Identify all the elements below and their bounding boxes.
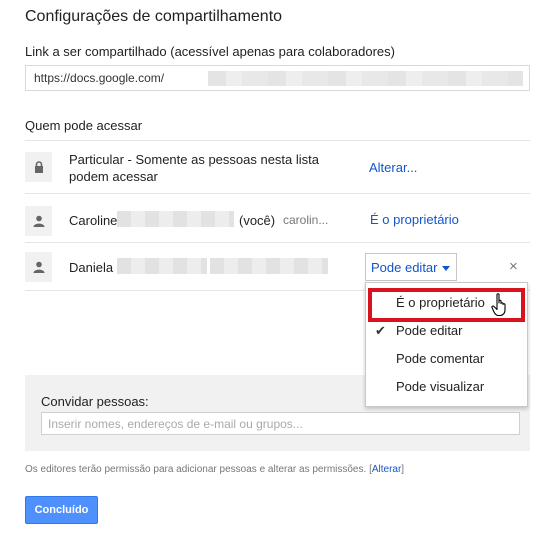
divider [25,242,530,243]
footnote-text: Os editores terão permissão para adicion… [25,464,367,475]
invite-label: Convidar pessoas: [41,394,149,409]
divider [25,140,530,141]
collaborator-name: Daniela [69,260,114,275]
owner-email: carolin... [283,213,329,227]
divider [25,193,530,194]
menu-item-can-comment[interactable]: Pode comentar [396,351,484,366]
chevron-down-icon [442,266,450,271]
redacted-url [208,71,523,86]
footnote-close-bracket: ] [401,464,405,475]
redacted-surname [117,211,234,227]
redacted-email [210,258,328,274]
redacted-surname [117,258,207,274]
owner-role-label: É o proprietário [370,212,459,227]
owner-you-label: (você) [239,213,276,228]
remove-collaborator-icon[interactable]: × [509,258,518,275]
done-button[interactable]: Concluído [25,496,98,524]
share-link-field[interactable]: https://docs.google.com/ [25,65,530,91]
dialog-title: Configurações de compartilhamento [25,8,283,25]
share-link-label: Link a ser compartilhado (acessível apen… [25,44,395,59]
role-dropdown[interactable]: Pode editar [365,253,457,281]
owner-name: Caroline [69,213,118,228]
person-icon [25,206,52,236]
menu-item-can-view[interactable]: Pode visualizar [396,379,484,394]
hand-cursor-icon [491,293,509,322]
role-dropdown-label: Pode editar [371,260,438,275]
permissions-footnote: Os editores terão permissão para adicion… [25,464,404,475]
privacy-description: Particular - Somente as pessoas nesta li… [69,152,320,184]
person-icon [25,252,52,282]
access-label: Quem pode acessar [25,118,143,133]
invite-input[interactable] [41,412,520,435]
menu-item-can-edit[interactable]: Pode editar [396,323,463,338]
change-visibility-link[interactable]: Alterar... [369,160,417,175]
lock-icon [25,152,52,182]
check-icon: ✔ [375,323,386,338]
share-link-url: https://docs.google.com/ [34,71,165,85]
footnote-change-link[interactable]: Alterar [372,464,401,475]
